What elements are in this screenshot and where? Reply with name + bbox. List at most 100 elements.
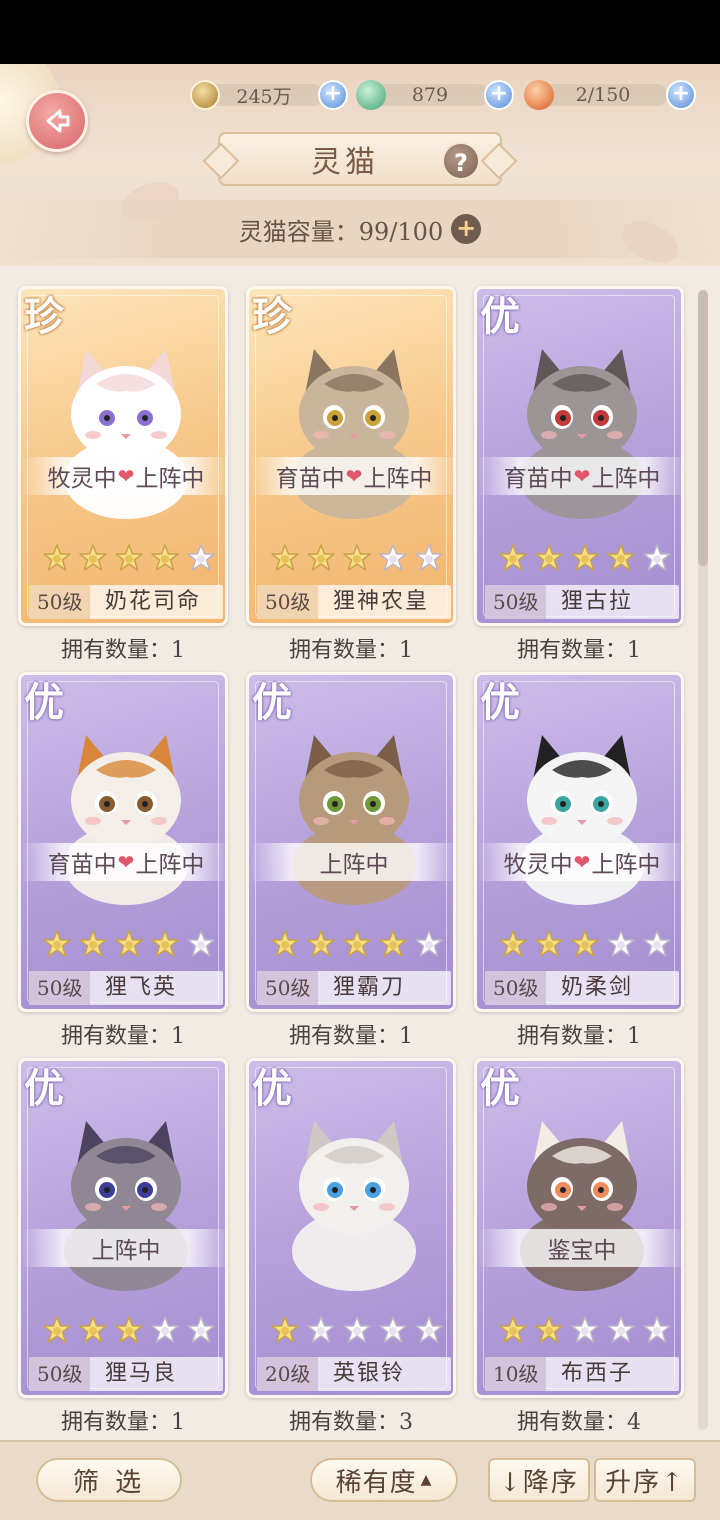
- level-badge: 50级: [485, 971, 547, 1005]
- owned-count: 拥有数量：4: [517, 1410, 641, 1435]
- cat-name: 狸飞英: [105, 975, 178, 1000]
- status-label: 牧灵中: [503, 852, 573, 878]
- star-filled-icon: [149, 543, 181, 575]
- star-filled-icon: [533, 1315, 565, 1347]
- cat-card[interactable]: 牧灵中 ❤ 上阵中 50级 奶花司命 珍: [18, 286, 228, 626]
- star-filled-icon: [77, 1315, 109, 1347]
- name-band: 50级 狸飞英: [29, 971, 223, 1005]
- cat-card[interactable]: 鉴宝中 10级 布西子 优: [474, 1058, 684, 1398]
- paw-coin-icon: [190, 80, 220, 110]
- status-band: 牧灵中 ❤ 上阵中: [21, 457, 225, 495]
- rarity-badge: 珍: [252, 293, 292, 340]
- owned-count: 拥有数量：1: [289, 1024, 413, 1049]
- back-button[interactable]: [26, 90, 88, 152]
- star-filled-icon: [533, 929, 565, 961]
- name-band: 50级 奶柔剑: [485, 971, 679, 1005]
- status-band: 上阵中: [21, 1229, 225, 1267]
- star-filled-icon: [41, 929, 73, 961]
- star-filled-icon: [113, 543, 145, 575]
- add-fish-button[interactable]: +: [484, 80, 514, 110]
- sort-asc-button[interactable]: 升序↑: [594, 1458, 696, 1502]
- capacity-text: 灵猫容量：99/100: [238, 217, 444, 246]
- sort-desc-button[interactable]: ↓降序: [488, 1458, 590, 1502]
- owned-count: 拥有数量：1: [61, 1410, 185, 1435]
- owned-count: 拥有数量：1: [61, 1024, 185, 1049]
- status-band: 育苗中 ❤ 上阵中: [477, 457, 681, 495]
- add-coin-button[interactable]: +: [318, 80, 348, 110]
- add-capacity-button[interactable]: +: [451, 214, 482, 244]
- star-filled-icon: [341, 929, 373, 961]
- add-mooncake-button[interactable]: +: [666, 80, 696, 110]
- heart-icon: ❤: [345, 464, 363, 488]
- name-band: 20级 英银铃: [257, 1357, 451, 1391]
- heart-icon: ❤: [573, 850, 591, 874]
- cat-card[interactable]: 育苗中 ❤ 上阵中 50级 狸飞英 优: [18, 672, 228, 1012]
- star-rating: [269, 1315, 445, 1349]
- star-empty-icon: [641, 929, 673, 961]
- cat-card[interactable]: 上阵中 50级 狸霸刀 优: [246, 672, 456, 1012]
- level-badge: 50级: [485, 585, 547, 619]
- cat-card[interactable]: 育苗中 ❤ 上阵中 50级 狸神农皇 珍: [246, 286, 456, 626]
- rarity-badge: 优: [24, 1065, 64, 1112]
- mooncake-icon: [524, 80, 554, 110]
- resource-mooncake: 2/150 +: [524, 80, 696, 110]
- help-button[interactable]: ?: [442, 142, 480, 180]
- owned-count: 拥有数量：1: [289, 638, 413, 663]
- star-filled-icon: [533, 543, 565, 575]
- cat-card[interactable]: 育苗中 ❤ 上阵中 50级 狸古拉 优: [474, 286, 684, 626]
- level-badge: 50级: [29, 971, 91, 1005]
- star-filled-icon: [305, 929, 337, 961]
- header: 245万 + 879 + 2/150 + 灵猫 ? 灵猫容量：99/100 +: [0, 64, 720, 266]
- star-empty-icon: [413, 1315, 445, 1347]
- cat-card[interactable]: 20级 英银铃 优: [246, 1058, 456, 1398]
- status-label: 上阵中: [591, 852, 661, 878]
- cat-name: 狸神农皇: [333, 589, 430, 614]
- bottom-toolbar: 筛 选 稀有度 ▲ ↓降序 升序↑: [0, 1440, 720, 1520]
- star-filled-icon: [341, 543, 373, 575]
- sort-asc-label: 升序↑: [605, 1467, 685, 1498]
- fish-icon: [356, 80, 386, 110]
- status-label: 育苗中: [47, 852, 117, 878]
- star-empty-icon: [605, 929, 637, 961]
- star-rating: [497, 543, 673, 577]
- sort-field-button[interactable]: 稀有度 ▲: [310, 1458, 458, 1502]
- cat-card[interactable]: 牧灵中 ❤ 上阵中 50级 奶柔剑 优: [474, 672, 684, 1012]
- cat-portrait: [269, 1101, 439, 1291]
- star-empty-icon: [377, 543, 409, 575]
- scrollbar[interactable]: [698, 290, 708, 1430]
- title-plate: 灵猫 ?: [218, 132, 502, 186]
- status-label: 育苗中: [275, 466, 345, 492]
- status-band: 鉴宝中: [477, 1229, 681, 1267]
- star-empty-icon: [341, 1315, 373, 1347]
- star-rating: [41, 543, 217, 577]
- status-label: 上阵中: [91, 1238, 161, 1264]
- owned-count: 拥有数量：1: [517, 638, 641, 663]
- name-band: 50级 狸霸刀: [257, 971, 451, 1005]
- star-filled-icon: [113, 929, 145, 961]
- filter-button[interactable]: 筛 选: [36, 1458, 182, 1502]
- star-filled-icon: [41, 1315, 73, 1347]
- star-filled-icon: [41, 543, 73, 575]
- cat-card[interactable]: 上阵中 50级 狸马良 优: [18, 1058, 228, 1398]
- rarity-badge: 优: [24, 679, 64, 726]
- star-empty-icon: [569, 1315, 601, 1347]
- status-label: 育苗中: [503, 466, 573, 492]
- cat-name: 布西子: [561, 1361, 634, 1386]
- status-band: 牧灵中 ❤ 上阵中: [477, 843, 681, 881]
- name-band: 50级 狸马良: [29, 1357, 223, 1391]
- star-filled-icon: [569, 543, 601, 575]
- star-filled-icon: [497, 1315, 529, 1347]
- sort-desc-label: ↓降序: [499, 1467, 579, 1498]
- rarity-badge: 优: [480, 293, 520, 340]
- scroll-thumb[interactable]: [698, 290, 708, 566]
- star-empty-icon: [305, 1315, 337, 1347]
- star-empty-icon: [149, 1315, 181, 1347]
- status-band: 上阵中: [249, 843, 453, 881]
- cat-list[interactable]: 牧灵中 ❤ 上阵中 50级 奶花司命珍拥有数量：1 育苗中 ❤ 上阵中 50级 狸神农皇珍拥有数量…: [0, 266, 720, 1440]
- status-band: 育苗中 ❤ 上阵中: [249, 457, 453, 495]
- status-band: 育苗中 ❤ 上阵中: [21, 843, 225, 881]
- rarity-badge: 优: [480, 679, 520, 726]
- star-filled-icon: [569, 929, 601, 961]
- cat-name: 英银铃: [333, 1361, 406, 1386]
- status-label: 牧灵中: [47, 466, 117, 492]
